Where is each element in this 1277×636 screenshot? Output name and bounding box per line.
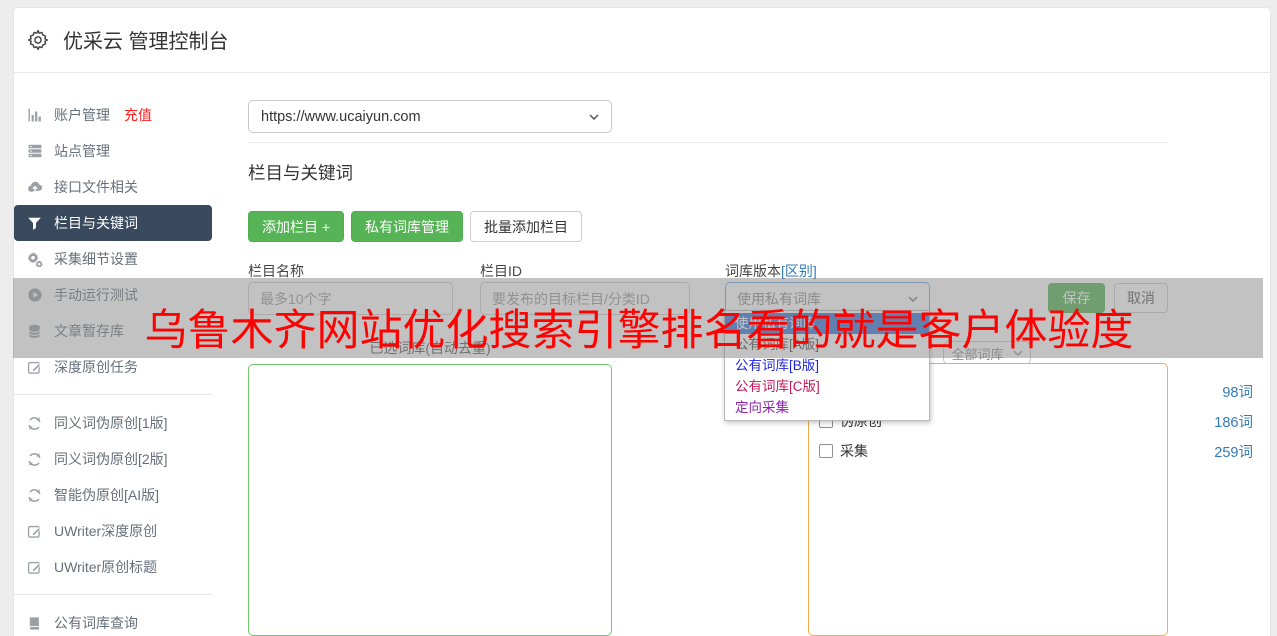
batch-add-button[interactable]: 批量添加栏目 xyxy=(470,211,582,242)
sidebar-item-label: 接口文件相关 xyxy=(54,177,138,197)
sidebar-item-columns-keywords[interactable]: 栏目与关键词 xyxy=(14,205,212,241)
sidebar-item-sites[interactable]: 站点管理 xyxy=(14,133,212,169)
dict-checkbox[interactable] xyxy=(819,444,833,458)
sidebar-item-label: 账户管理 xyxy=(54,105,110,125)
sidebar-item-uwriter-title[interactable]: UWriter原创标题 xyxy=(14,549,212,585)
section-divider xyxy=(248,142,1168,143)
dict-row-count: 98词 xyxy=(1222,381,1253,402)
book-icon xyxy=(26,616,43,631)
sidebar-item-label: UWriter深度原创 xyxy=(54,521,157,541)
sidebar-item-label: 公有词库查询 xyxy=(54,613,138,633)
add-column-button[interactable]: 添加栏目 + xyxy=(248,211,344,242)
sidebar-item-label: 深度原创任务 xyxy=(54,357,138,377)
page-title: 栏目与关键词 xyxy=(248,160,353,185)
dict-version-diff-link[interactable]: [区别] xyxy=(781,263,817,279)
watermark-text: 乌鲁木齐网站优化搜索引擎排名看的就是客户体验度 xyxy=(145,296,1134,358)
menu-option-targeted-collect[interactable]: 定向采集 xyxy=(725,397,929,418)
sidebar-item-ai-rewrite[interactable]: 智能伪原创[AI版] xyxy=(14,477,212,513)
sidebar-divider xyxy=(14,594,212,595)
sidebar-item-label: 栏目与关键词 xyxy=(54,213,138,233)
sidebar-item-collect-settings[interactable]: 采集细节设置 xyxy=(14,241,212,277)
dict-row-count: 186词 xyxy=(1214,411,1253,432)
sidebar-item-interface-files[interactable]: 接口文件相关 xyxy=(14,169,212,205)
menu-option-public-c[interactable]: 公有词库[C版] xyxy=(725,376,929,397)
dict-row-label: 采集 xyxy=(840,441,868,461)
site-select[interactable]: https://www.ucaiyun.com xyxy=(248,100,612,133)
site-select-value: https://www.ucaiyun.com xyxy=(261,109,421,125)
sidebar-item-synonym-rewrite-1[interactable]: 同义词伪原创[1版] xyxy=(14,405,212,441)
server-icon xyxy=(26,143,43,159)
bar-chart-icon xyxy=(26,107,43,123)
dict-row: 采集 xyxy=(819,441,868,461)
funnel-icon xyxy=(26,216,43,231)
gear-icon xyxy=(26,28,50,52)
cloud-upload-icon xyxy=(26,179,43,195)
app-bar: 优采云 管理控制台 xyxy=(13,7,1271,73)
dict-row-count: 259词 xyxy=(1214,441,1253,462)
sidebar-item-synonym-rewrite-2[interactable]: 同义词伪原创[2版] xyxy=(14,441,212,477)
selected-words-box xyxy=(248,364,612,636)
page: 优采云 管理控制台 账户管理 充值 站点管理 接口文件相关 栏目与 xyxy=(0,0,1277,636)
refresh-icon xyxy=(26,488,43,503)
app-title: 优采云 管理控制台 xyxy=(63,25,229,54)
sidebar-item-label: 采集细节设置 xyxy=(54,249,138,269)
sidebar-item-public-dict-query[interactable]: 公有词库查询 xyxy=(14,605,212,636)
sidebar-divider xyxy=(14,394,212,395)
refresh-icon xyxy=(26,416,43,431)
gears-icon xyxy=(26,251,43,267)
edit-icon xyxy=(26,560,43,575)
sidebar-item-label: UWriter原创标题 xyxy=(54,557,157,577)
sidebar-item-label: 同义词伪原创[2版] xyxy=(54,449,168,469)
chevron-down-icon xyxy=(589,114,599,120)
sidebar-item-label: 同义词伪原创[1版] xyxy=(54,413,168,433)
sidebar-item-account[interactable]: 账户管理 充值 xyxy=(14,97,212,133)
sidebar-item-label: 智能伪原创[AI版] xyxy=(54,485,159,505)
sidebar-item-label: 站点管理 xyxy=(54,141,110,161)
sidebar: 账户管理 充值 站点管理 接口文件相关 栏目与关键词 采集细节设置 xyxy=(14,97,212,636)
menu-option-public-b[interactable]: 公有词库[B版] xyxy=(725,355,929,376)
refresh-icon xyxy=(26,452,43,467)
sidebar-item-uwriter-deep[interactable]: UWriter深度原创 xyxy=(14,513,212,549)
edit-icon xyxy=(26,360,43,375)
private-dict-button[interactable]: 私有词库管理 xyxy=(351,211,463,242)
recharge-badge[interactable]: 充值 xyxy=(124,105,152,125)
edit-icon xyxy=(26,524,43,539)
